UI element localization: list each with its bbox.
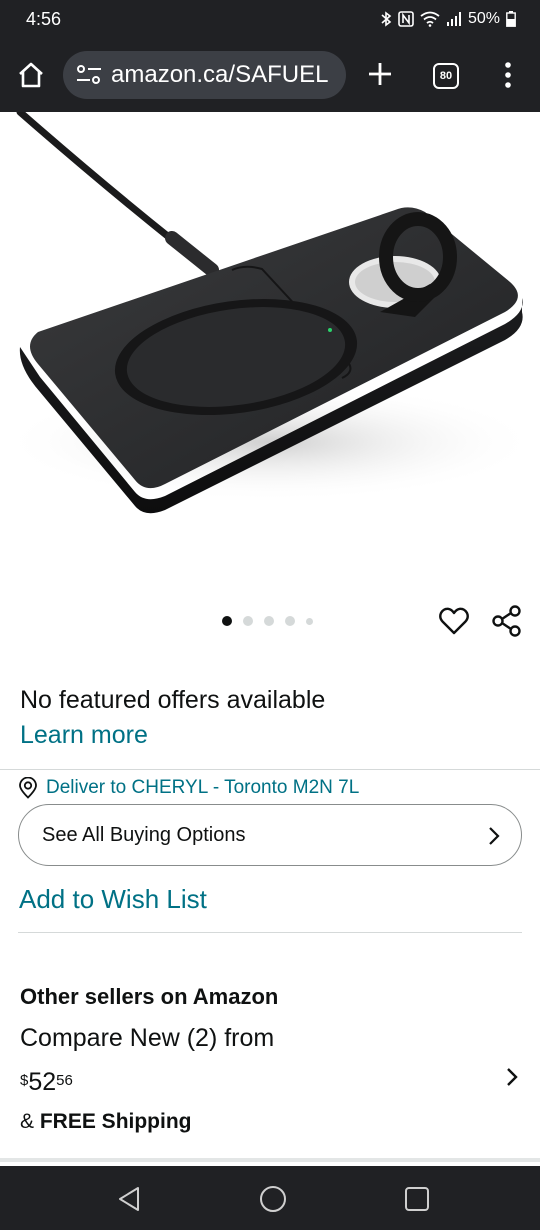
system-nav-bar	[0, 1166, 540, 1230]
back-icon[interactable]	[116, 1185, 142, 1213]
system-icons: 50%	[380, 10, 516, 28]
pagination-dot[interactable]	[264, 616, 274, 626]
price-fraction: 56	[56, 1072, 73, 1089]
divider	[18, 932, 522, 933]
battery-percent: 50%	[467, 10, 500, 27]
add-to-wish-list-link[interactable]: Add to Wish List	[19, 884, 207, 915]
pagination-dot[interactable]	[306, 617, 313, 625]
product-image[interactable]	[0, 112, 540, 572]
nfc-icon	[398, 11, 414, 27]
divider	[0, 1158, 540, 1162]
url-field[interactable]: amazon.ca/SAFUEL	[63, 51, 346, 99]
chevron-right-icon	[489, 827, 500, 845]
shipping-bold: FREE Shipping	[39, 1110, 192, 1133]
deliver-to-text: Deliver to CHERYL - Toronto M2N 7L	[46, 777, 360, 798]
wifi-icon	[420, 11, 440, 27]
chevron-right-icon[interactable]	[505, 1066, 519, 1088]
home-nav-icon[interactable]	[259, 1185, 287, 1213]
pagination-dot[interactable]	[285, 616, 295, 626]
wireless-charger-image	[0, 112, 540, 514]
shipping-prefix: &	[20, 1110, 40, 1133]
site-settings-icon[interactable]	[75, 63, 103, 87]
free-shipping-text: & FREE Shipping	[20, 1110, 192, 1134]
browser-toolbar: amazon.ca/SAFUEL 80	[0, 38, 540, 112]
url-text: amazon.ca/SAFUEL	[111, 61, 329, 88]
recent-apps-icon[interactable]	[404, 1186, 430, 1212]
pagination-dot[interactable]	[243, 616, 253, 626]
signal-icon	[446, 12, 461, 26]
deliver-to-link[interactable]: Deliver to CHERYL - Toronto M2N 7L	[18, 777, 359, 799]
bluetooth-icon	[381, 11, 392, 27]
tab-count: 80	[439, 70, 453, 82]
compare-new-link[interactable]: Compare New (2) from	[20, 1024, 274, 1053]
heart-icon[interactable]	[438, 606, 470, 636]
see-all-buying-options-label: See All Buying Options	[42, 823, 246, 846]
no-offers-text: No featured offers available	[20, 686, 326, 714]
status-bar: 4:56 50%	[0, 0, 540, 38]
see-all-buying-options-button[interactable]: See All Buying Options	[18, 804, 522, 866]
price-whole: 52	[28, 1068, 57, 1096]
battery-icon	[506, 11, 516, 27]
image-pagination	[222, 616, 313, 626]
clock: 4:56	[26, 8, 62, 29]
divider	[0, 769, 540, 770]
share-icon[interactable]	[490, 604, 524, 638]
location-pin-icon	[19, 777, 37, 799]
other-sellers-heading: Other sellers on Amazon	[20, 984, 279, 1009]
more-menu-icon[interactable]	[498, 60, 518, 90]
price-symbol: $	[20, 1072, 29, 1089]
pagination-dot[interactable]	[222, 616, 232, 626]
price: $ 52 56	[20, 1068, 73, 1097]
learn-more-link[interactable]: Learn more	[20, 721, 148, 750]
new-tab-icon[interactable]	[364, 58, 396, 90]
tab-switcher-button[interactable]: 80	[433, 63, 459, 89]
home-icon[interactable]	[16, 60, 46, 90]
